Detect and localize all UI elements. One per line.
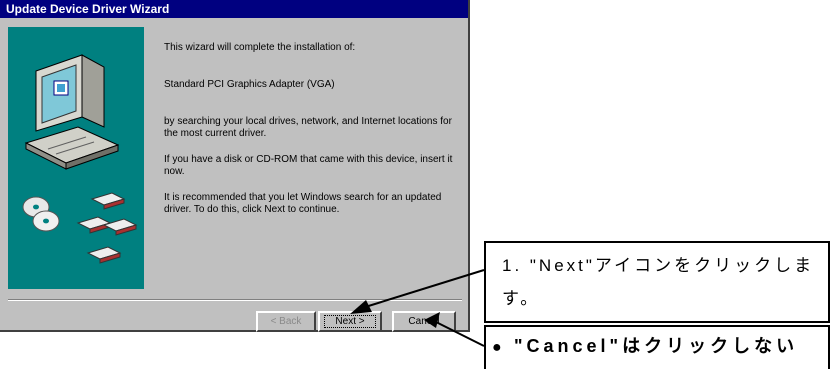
arrow-icon (350, 269, 485, 347)
